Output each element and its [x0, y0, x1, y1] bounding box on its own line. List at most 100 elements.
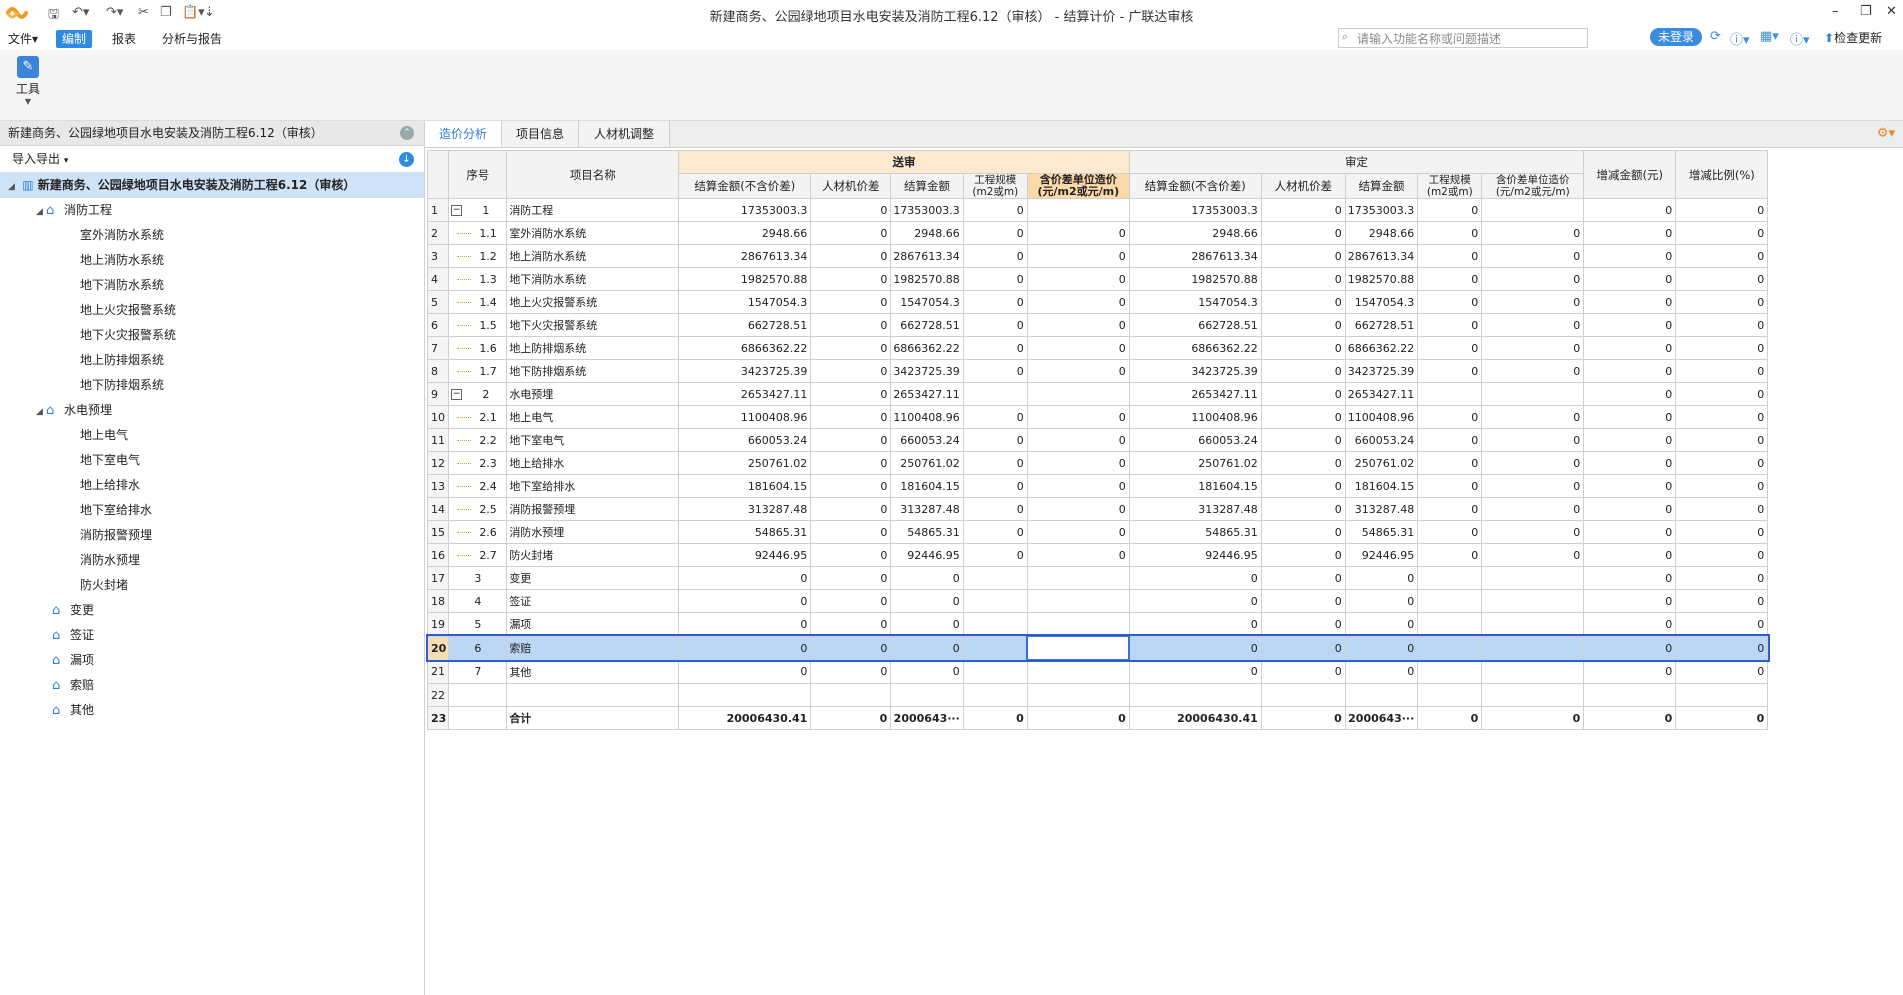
- cell-seq[interactable]: 1.4: [448, 290, 508, 314]
- cell-name[interactable]: 地上电气: [506, 405, 680, 429]
- cell-f[interactable]: 92446.95: [1128, 543, 1262, 567]
- cell-a[interactable]: 54865.31: [678, 520, 812, 544]
- cell-k[interactable]: 0: [1583, 359, 1677, 383]
- cell-a[interactable]: 0: [678, 635, 812, 661]
- cell-j[interactable]: 0: [1481, 244, 1585, 268]
- tree-node[interactable]: 室外消防水系统: [0, 223, 424, 248]
- cell-h[interactable]: 1100408.96: [1344, 405, 1419, 429]
- menu-analysis[interactable]: 分析与报告: [156, 30, 228, 48]
- cell-h[interactable]: 2867613.34: [1344, 244, 1419, 268]
- cell-seq[interactable]: −1: [448, 198, 508, 222]
- cell-j[interactable]: 0: [1481, 405, 1585, 429]
- table-row[interactable]: 17 3 变更 0 0 0 0 0 0 0 0: [426, 566, 1769, 590]
- cell-c[interactable]: 3423725.39: [890, 359, 964, 383]
- cell-j[interactable]: [1481, 612, 1585, 637]
- cell-h[interactable]: 313287.48: [1344, 497, 1419, 521]
- table-row[interactable]: 12 2.3 地上给排水 250761.02 0 250761.02 0 0 250761.02…: [426, 451, 1769, 475]
- cell-h[interactable]: 181604.15: [1344, 474, 1419, 498]
- table-row[interactable]: 16 2.7 防火封堵 92446.95 0 92446.95 0 0 92446.95 0 924…: [426, 543, 1769, 567]
- cell-i[interactable]: 0: [1417, 474, 1483, 498]
- cell-l[interactable]: 0: [1675, 543, 1769, 567]
- cell-g[interactable]: 0: [1260, 221, 1346, 245]
- cell-k[interactable]: 0: [1583, 706, 1677, 730]
- table-row[interactable]: 1−1 消防工程 17353003.3 0 17353003.3 0 17353003.3 0…: [426, 198, 1769, 222]
- cell-l[interactable]: 0: [1675, 428, 1769, 452]
- cell-e[interactable]: [1026, 382, 1130, 406]
- cell-f[interactable]: 0: [1128, 612, 1262, 637]
- cell-c[interactable]: 54865.31: [890, 520, 964, 544]
- cell-f[interactable]: 0: [1128, 566, 1262, 590]
- tree-node[interactable]: 防火封堵: [0, 573, 424, 598]
- help-icon[interactable]: ⓘ▾: [1730, 29, 1750, 48]
- tree-node[interactable]: 地下火灾报警系统: [0, 323, 424, 348]
- cell-h[interactable]: 1547054.3: [1344, 290, 1419, 314]
- cell-l[interactable]: 0: [1675, 405, 1769, 429]
- cell-l[interactable]: 0: [1675, 706, 1769, 730]
- cell-b[interactable]: 0: [810, 612, 892, 637]
- cell-seq[interactable]: 7: [448, 659, 508, 684]
- cell-d[interactable]: 0: [962, 428, 1028, 452]
- cell-k[interactable]: 0: [1583, 405, 1677, 429]
- cell-l[interactable]: 0: [1675, 474, 1769, 498]
- cell-name[interactable]: 地下防排烟系统: [506, 359, 680, 383]
- cell-f[interactable]: 0: [1128, 589, 1262, 613]
- cell-d[interactable]: 0: [962, 474, 1028, 498]
- menu-report[interactable]: 报表: [106, 30, 142, 48]
- cell-d[interactable]: 0: [962, 451, 1028, 475]
- cell-l[interactable]: 0: [1675, 336, 1769, 360]
- cell-f[interactable]: 20006430.41: [1128, 706, 1262, 730]
- cell-name[interactable]: 地下消防水系统: [506, 267, 680, 291]
- cell-c[interactable]: 6866362.22: [890, 336, 964, 360]
- cell-c[interactable]: 660053.24: [890, 428, 964, 452]
- cell-h[interactable]: 2000643···: [1344, 706, 1419, 730]
- cell-f[interactable]: 0: [1128, 635, 1262, 661]
- cell-j[interactable]: [1481, 382, 1585, 406]
- cell-d[interactable]: 0: [962, 244, 1028, 268]
- cell-e[interactable]: 0: [1026, 543, 1130, 567]
- cell-seq[interactable]: 1.6: [448, 336, 508, 360]
- cell-e[interactable]: 0: [1026, 497, 1130, 521]
- cell-e[interactable]: 0: [1026, 706, 1130, 730]
- cell-h[interactable]: 0: [1344, 589, 1419, 613]
- tree-node[interactable]: 地上防排烟系统: [0, 348, 424, 373]
- cell-h[interactable]: 662728.51: [1344, 313, 1419, 337]
- cell-c[interactable]: 1100408.96: [890, 405, 964, 429]
- cell-h[interactable]: 1982570.88: [1344, 267, 1419, 291]
- cell-e[interactable]: [1026, 612, 1130, 637]
- cell-b[interactable]: 0: [810, 474, 892, 498]
- cell-name[interactable]: 变更: [506, 566, 680, 590]
- cell-c[interactable]: 0: [890, 612, 964, 637]
- cell-i[interactable]: 0: [1417, 267, 1483, 291]
- cell-e[interactable]: [1026, 635, 1131, 661]
- cell-d[interactable]: 0: [962, 313, 1028, 337]
- cell-a[interactable]: 20006430.41: [678, 706, 812, 730]
- cell-b[interactable]: 0: [810, 566, 892, 590]
- table-row[interactable]: 6 1.5 地下火灾报警系统 662728.51 0 662728.51 0 0 662728.…: [426, 313, 1769, 337]
- cell-f[interactable]: 6866362.22: [1128, 336, 1262, 360]
- cell-a[interactable]: 17353003.3: [678, 198, 812, 222]
- collapse-icon[interactable]: ⌃: [400, 126, 414, 140]
- cell-name[interactable]: 漏项: [506, 612, 680, 637]
- cell-l[interactable]: 0: [1675, 612, 1769, 637]
- cell-b[interactable]: 0: [810, 659, 892, 684]
- cell-j[interactable]: 0: [1481, 359, 1585, 383]
- cell-i[interactable]: [1417, 683, 1483, 707]
- cell-name[interactable]: 签证: [506, 589, 680, 613]
- cell-i[interactable]: 0: [1417, 198, 1483, 222]
- cell-a[interactable]: 660053.24: [678, 428, 812, 452]
- cell-j[interactable]: [1481, 566, 1585, 590]
- cell-seq[interactable]: 3: [448, 566, 508, 590]
- cell-name[interactable]: 地下室电气: [506, 428, 680, 452]
- expand-icon[interactable]: ◢: [36, 200, 46, 225]
- table-row[interactable]: 2 1.1 室外消防水系统 2948.66 0 2948.66 0 0 2948.66 0 2948…: [426, 221, 1769, 245]
- cell-l[interactable]: 0: [1675, 359, 1769, 383]
- tree-node[interactable]: 地下室给排水: [0, 498, 424, 523]
- cell-name[interactable]: 室外消防水系统: [506, 221, 680, 245]
- cell-g[interactable]: [1260, 683, 1346, 707]
- tree-node[interactable]: 地下防排烟系统: [0, 373, 424, 398]
- cell-j[interactable]: [1481, 589, 1585, 613]
- cell-g[interactable]: 0: [1260, 659, 1346, 684]
- cell-e[interactable]: [1026, 566, 1130, 590]
- cell-l[interactable]: 0: [1675, 635, 1769, 661]
- cell-a[interactable]: 1547054.3: [678, 290, 812, 314]
